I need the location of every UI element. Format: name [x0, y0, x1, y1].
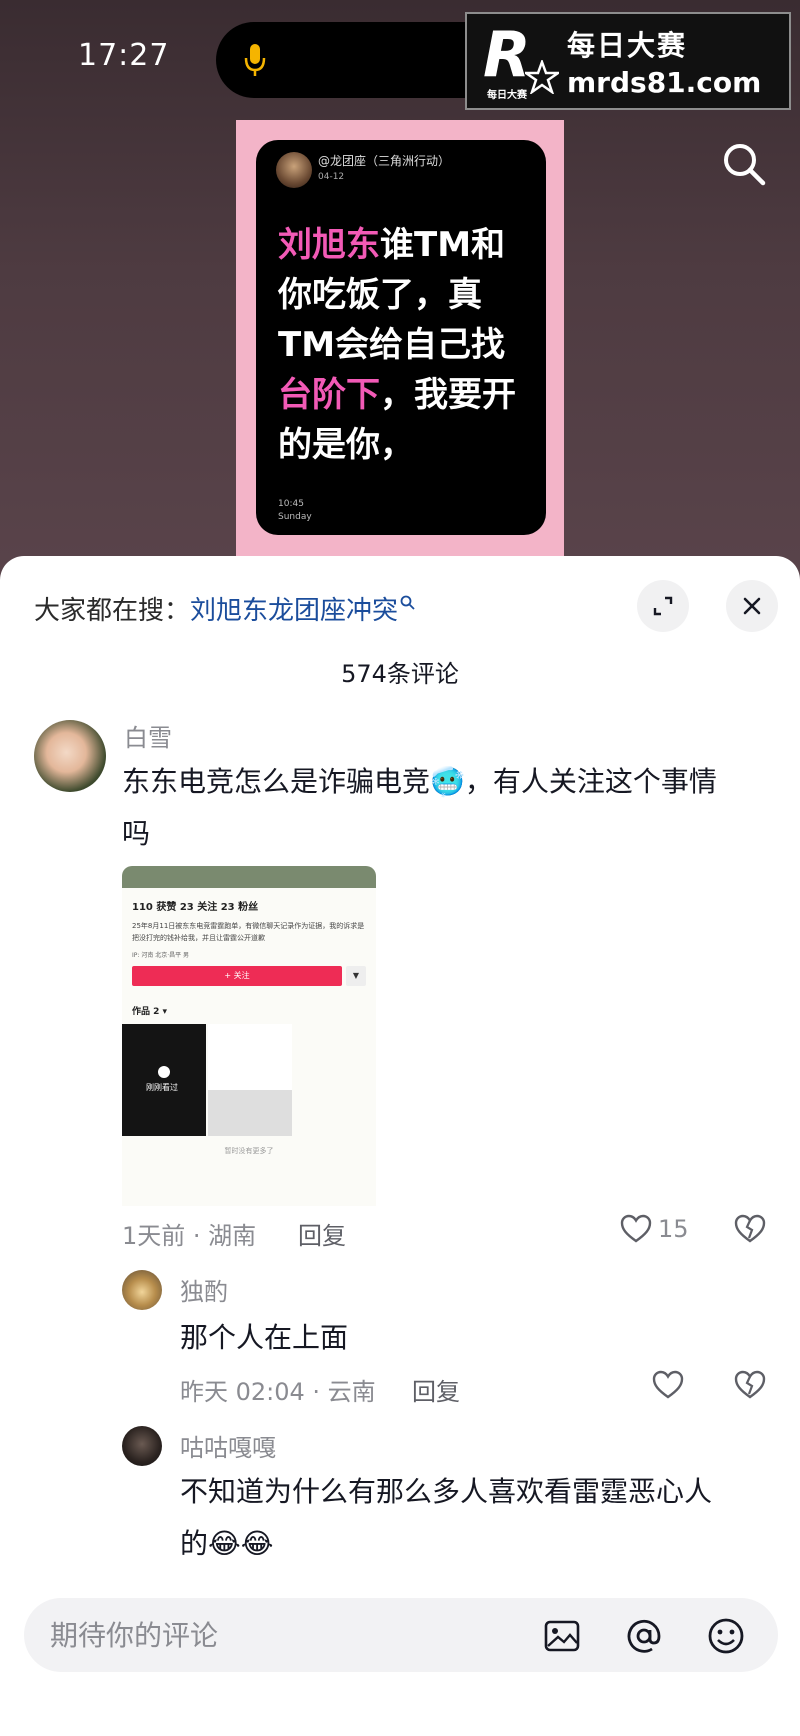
reply-meta: 昨天 02:04 · 云南: [180, 1378, 376, 1406]
card-username: @龙团座（三角洲行动）: [318, 154, 451, 168]
expand-button[interactable]: [637, 580, 689, 632]
card-quote-line: 的是你，: [278, 420, 528, 470]
reply-avatar[interactable]: [122, 1270, 162, 1310]
comment-input-box[interactable]: [24, 1598, 778, 1672]
dislike-icon[interactable]: [734, 1214, 766, 1244]
star-icon: [525, 60, 559, 94]
shot-thumbnail: 刚刚看过: [122, 1024, 206, 1136]
shot-no-more: 暂时没有更多了: [224, 1147, 274, 1155]
hot-search-link[interactable]: 刘旭东龙团座冲突: [190, 596, 398, 626]
watermark-banner: R 每日大赛 每日大赛 mrds81.com: [465, 12, 791, 110]
play-icon: [158, 1066, 170, 1078]
shot-thumbnail: [208, 1024, 292, 1136]
card-quote-highlight: 刘旭东: [278, 225, 380, 265]
card-quote-line: 台阶下，我要开: [278, 370, 528, 420]
hot-search-prefix: 大家都在搜：: [34, 596, 191, 626]
comment-text-line: 吗: [122, 817, 151, 850]
shot-tags: IP: 河南 北京·昌平 男: [132, 952, 190, 959]
card-quote-segment: 你吃饭了，真: [278, 275, 482, 315]
comment-text-line: 东东电竞怎么是诈骗电竞🥶，有人关注这个事情: [122, 765, 717, 798]
like-count: 15: [658, 1215, 689, 1243]
search-icon[interactable]: [720, 140, 768, 188]
card-day: Sunday: [278, 512, 312, 522]
card-quote-line: 你吃饭了，真: [278, 270, 528, 320]
reply-username[interactable]: 咕咕嘎嘎: [180, 1428, 276, 1463]
heart-icon: [620, 1214, 652, 1243]
card-quote-highlight: 台阶下: [278, 375, 380, 415]
comment-username[interactable]: 白雪: [124, 718, 172, 753]
comment-avatar[interactable]: [34, 720, 106, 792]
reply-text-line: 的😂😂: [180, 1527, 274, 1560]
card-quote-segment: 谁TM和: [380, 225, 506, 265]
shot-watched-label: 刚刚看过: [146, 1083, 178, 1092]
mention-icon[interactable]: [624, 1616, 664, 1656]
comment-meta: 1天前 · 湖南: [122, 1222, 257, 1250]
microphone-icon: [244, 44, 266, 76]
card-quote-segment: 的是你，: [278, 425, 414, 465]
shot-desc: 25年8月11日被东东电竞雷霆跑单，有微信聊天记录作为证据，我的诉求是把没打完的…: [132, 922, 365, 942]
reply-avatar[interactable]: [122, 1426, 162, 1466]
shot-thumbnail-lower: [208, 1090, 292, 1136]
watermark-title: 每日大赛: [567, 29, 688, 62]
reply-text-line: 不知道为什么有那么多人喜欢看雷霆恶心人: [180, 1475, 713, 1508]
watermark-url: mrds81.com: [567, 66, 762, 99]
card-date: 04-12: [318, 172, 345, 182]
reply-text: 不知道为什么有那么多人喜欢看雷霆恶心人 的😂😂: [180, 1466, 780, 1570]
shot-topbar: [122, 866, 376, 888]
watermark-logo: R 每日大赛: [483, 24, 559, 104]
card-timestamp: 10:45 Sunday: [278, 498, 312, 524]
card-quote-segment: ，我要开: [380, 375, 516, 415]
card-quote-line: 刘旭东谁TM和: [278, 220, 528, 270]
comment-sheet: 大家都在搜：刘旭东龙团座冲突 574条评论 白雪 东东电竞怎么是诈骗电竞🥶，有人…: [0, 556, 800, 1736]
hot-search[interactable]: 大家都在搜：刘旭东龙团座冲突: [34, 590, 416, 627]
reply-text: 那个人在上面: [180, 1321, 349, 1354]
comment-image[interactable]: 110 获赞 23 关注 23 粉丝 25年8月11日被东东电竞雷霆跑单，有微信…: [122, 866, 376, 1206]
logo-letter: R: [483, 18, 531, 91]
card-avatar: [276, 152, 312, 188]
shot-dropdown: ▼: [346, 966, 366, 986]
shot-works-tab: 作品 2 ▾: [132, 1007, 168, 1017]
image-icon[interactable]: [542, 1616, 582, 1656]
card-quote-line: TM会给自己找: [278, 320, 528, 370]
video-quote-card: @龙团座（三角洲行动） 04-12 刘旭东谁TM和 你吃饭了，真 TM会给自己找 台阶…: [256, 140, 546, 535]
dislike-icon[interactable]: [734, 1370, 766, 1400]
status-time: 17:27: [78, 38, 170, 73]
shot-stats: 110 获赞 23 关注 23 粉丝: [132, 902, 259, 913]
comment-input[interactable]: [50, 1612, 470, 1658]
reply-button[interactable]: 回复: [298, 1216, 346, 1251]
comment-text: 东东电竞怎么是诈骗电竞🥶，有人关注这个事情 吗: [122, 756, 782, 860]
shot-follow-button: + 关注: [132, 966, 342, 986]
reply-button[interactable]: 回复: [412, 1372, 460, 1407]
logo-small-text: 每日大赛: [487, 90, 527, 101]
card-quote-segment: TM会给自己找: [278, 325, 506, 365]
comment-input-area: [0, 1568, 800, 1736]
search-small-icon: [400, 595, 415, 610]
expand-icon: [653, 596, 673, 616]
emoji-icon[interactable]: [706, 1616, 746, 1656]
card-time: 10:45: [278, 499, 304, 509]
comment-count: 574条评论: [341, 660, 459, 688]
reply-username[interactable]: 独酌: [180, 1272, 228, 1307]
close-icon: [743, 597, 761, 615]
like-button[interactable]: 15: [620, 1214, 689, 1244]
card-quote-text: 刘旭东谁TM和 你吃饭了，真 TM会给自己找 台阶下，我要开 的是你，: [278, 220, 528, 470]
close-button[interactable]: [726, 580, 778, 632]
heart-icon[interactable]: [652, 1370, 684, 1400]
